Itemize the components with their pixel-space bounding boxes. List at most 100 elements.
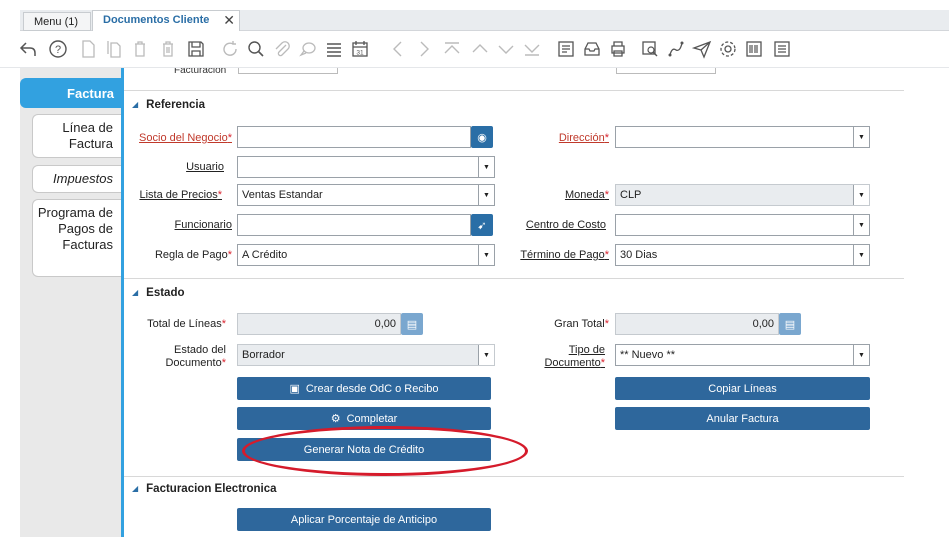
grid-toggle-icon[interactable] — [324, 39, 344, 59]
tab-documentos-cliente[interactable]: Documentos Cliente ✕ — [92, 10, 240, 31]
archive-icon[interactable] — [582, 39, 602, 59]
label-text: Término de Pago — [520, 249, 605, 261]
sidebar-item-programa-pagos[interactable]: Programa de Pagos de Facturas — [32, 199, 121, 277]
copy-record-icon[interactable] — [104, 39, 124, 59]
regla-pago-select[interactable]: A Crédito ▼ — [237, 244, 495, 266]
next-page-icon[interactable] — [496, 39, 516, 59]
delete-icon[interactable] — [130, 39, 150, 59]
sidebar-item-label: Línea de Factura — [62, 120, 113, 151]
sidebar-item-linea-factura[interactable]: Línea de Factura — [32, 114, 121, 158]
funcionario-field[interactable] — [237, 214, 471, 236]
new-record-icon[interactable] — [78, 39, 98, 59]
previous-page-icon[interactable] — [470, 39, 490, 59]
collapse-triangle-icon: ◢ — [132, 288, 139, 297]
last-record-icon[interactable] — [522, 39, 542, 59]
tipo-documento-select[interactable]: ** Nuevo ** ▼ — [615, 344, 870, 366]
first-record-icon[interactable] — [442, 39, 462, 59]
gran-total-field[interactable]: 0,00 — [615, 313, 779, 335]
calendar-icon[interactable]: 31 — [350, 39, 370, 59]
chevron-down-icon: ▼ — [853, 215, 869, 235]
tab-documentos-cliente-label: Documentos Cliente — [103, 14, 210, 26]
calculator-button[interactable]: ▤ — [401, 313, 423, 335]
total-lineas-field[interactable]: 0,00 — [237, 313, 401, 335]
label-text-line2: Documento — [165, 357, 222, 369]
termino-pago-value: 30 Dias — [620, 249, 658, 261]
sidebar-item-impuestos[interactable]: Impuestos — [32, 165, 121, 193]
section-facturacion-header[interactable]: ◢ Facturacion Electronica — [132, 483, 277, 495]
socio-negocio-label[interactable]: Socio del Negocio* — [124, 132, 232, 145]
undo-icon[interactable] — [18, 39, 38, 59]
section-title: Facturacion Electronica — [146, 483, 277, 495]
process-icon[interactable] — [718, 39, 738, 59]
toolbar: ? 31 — [0, 31, 949, 68]
tipo-documento-label[interactable]: Tipo de Documento* — [504, 344, 605, 370]
label-text: Regla de Pago — [154, 249, 228, 261]
next-record-icon[interactable] — [414, 39, 434, 59]
socio-search-button[interactable]: ◉ — [471, 126, 493, 148]
previous-record-icon[interactable] — [388, 39, 408, 59]
anular-factura-button[interactable]: Anular Factura — [615, 407, 870, 430]
help-icon[interactable]: ? — [48, 39, 68, 59]
close-tab-icon[interactable]: ✕ — [223, 12, 235, 29]
label-text: Socio del Negocio — [139, 132, 228, 144]
label-text-line2: Documento — [544, 357, 601, 369]
tipo-documento-value: ** Nuevo ** — [620, 349, 676, 361]
tab-menu[interactable]: Menu (1) — [23, 12, 91, 31]
chat-icon[interactable] — [298, 39, 318, 59]
record-tabs-sidebar: Factura Línea de Factura Impuestos Progr… — [20, 68, 122, 537]
section-divider — [124, 90, 904, 91]
direccion-label[interactable]: Dirección* — [504, 132, 609, 145]
label-text: Moneda — [564, 189, 605, 201]
section-title: Referencia — [146, 99, 205, 111]
label-text: Total de Líneas — [147, 318, 222, 330]
zoom-across-icon[interactable] — [640, 39, 660, 59]
button-label: Completar — [346, 412, 398, 425]
find-icon[interactable] — [246, 39, 266, 59]
funcionario-label[interactable]: Funcionario — [124, 219, 232, 232]
collapse-triangle-icon: ◢ — [132, 100, 139, 109]
centro-costo-select[interactable]: ▼ — [615, 214, 870, 236]
print-icon[interactable] — [608, 39, 628, 59]
estado-documento-select[interactable]: Borrador ▼ — [237, 344, 495, 366]
lista-precios-label[interactable]: Lista de Precios* — [124, 189, 222, 202]
workflow-icon[interactable] — [666, 39, 686, 59]
sidebar-item-factura[interactable]: Factura — [20, 78, 122, 108]
moneda-select[interactable]: CLP ▼ — [615, 184, 870, 206]
termino-pago-select[interactable]: 30 Dias ▼ — [615, 244, 870, 266]
detail-icon[interactable] — [772, 39, 792, 59]
section-referencia-header[interactable]: ◢ Referencia — [132, 99, 205, 111]
button-label: Anular Factura — [706, 412, 779, 425]
copiar-lineas-button[interactable]: Copiar Líneas — [615, 377, 870, 400]
centro-costo-label[interactable]: Centro de Costo — [504, 219, 606, 232]
label-text-line1: Estado del — [174, 344, 226, 356]
save-icon[interactable] — [186, 39, 206, 59]
usuario-label[interactable]: Usuario — [124, 161, 224, 174]
funcionario-lookup-button[interactable]: ➹ — [471, 214, 493, 236]
highlight-annotation-oval — [242, 426, 528, 476]
chevron-down-icon: ▼ — [478, 157, 494, 177]
socio-negocio-field[interactable] — [237, 126, 471, 148]
button-label: Copiar Líneas — [708, 382, 777, 395]
aplicar-anticipo-button[interactable]: Aplicar Porcentaje de Anticipo — [237, 508, 491, 531]
lista-precios-select[interactable]: Ventas Estandar ▼ — [237, 184, 495, 206]
barcode-icon[interactable] — [744, 39, 764, 59]
delete-selected-icon[interactable] — [158, 39, 178, 59]
send-icon[interactable] — [692, 39, 712, 59]
section-estado-header[interactable]: ◢ Estado — [132, 287, 185, 299]
calculator-button[interactable]: ▤ — [779, 313, 801, 335]
refresh-icon[interactable] — [220, 39, 240, 59]
label-text: Dirección — [558, 132, 605, 144]
collapse-triangle-icon: ◢ — [132, 484, 139, 493]
report-icon[interactable] — [556, 39, 576, 59]
moneda-label[interactable]: Moneda* — [504, 189, 609, 202]
chevron-down-icon: ▼ — [478, 345, 494, 365]
termino-pago-label[interactable]: Término de Pago* — [504, 249, 609, 262]
chevron-down-icon: ▼ — [478, 245, 494, 265]
regla-pago-value: A Crédito — [242, 249, 288, 261]
direccion-select[interactable]: ▼ — [615, 126, 870, 148]
crear-desde-odc-button[interactable]: ▣ Crear desde OdC o Recibo — [237, 377, 491, 400]
section-divider — [124, 476, 904, 477]
lista-precios-value: Ventas Estandar — [242, 189, 323, 201]
attachment-icon[interactable] — [272, 39, 292, 59]
usuario-select[interactable]: ▼ — [237, 156, 495, 178]
